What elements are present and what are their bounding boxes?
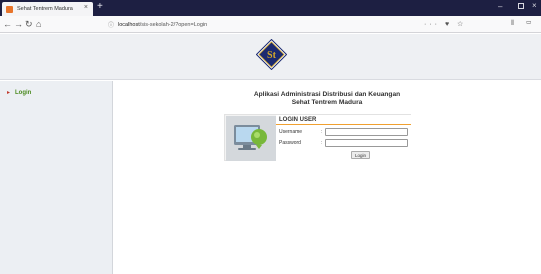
minimize-icon[interactable]: –	[498, 2, 502, 11]
address-bar[interactable]: ⓘ localhost/sis-sekolah-2/?open=Login	[108, 19, 408, 30]
username-field[interactable]	[325, 128, 408, 136]
bullet-icon: ▸	[7, 90, 11, 96]
title-line-1: Aplikasi Administrasi Distribusi dan Keu…	[253, 91, 401, 98]
maximize-icon[interactable]	[518, 3, 524, 9]
close-window-icon[interactable]: ×	[532, 1, 537, 10]
login-illustration-icon	[226, 116, 276, 161]
page-actions-icon[interactable]: ··· ♥ ☆	[424, 20, 466, 28]
browser-nav-bar: ← → ↻ ⌂ ⓘ localhost/sis-sekolah-2/?open=…	[0, 16, 541, 33]
url-text: localhost/sis-sekolah-2/?open=Login	[118, 21, 208, 28]
browser-tab-bar: Sehat Tentrem Madura × + – ×	[0, 0, 541, 16]
login-panel: LOGIN USER Username : Password : Login	[224, 114, 411, 161]
new-tab-icon[interactable]: +	[97, 1, 103, 13]
home-icon[interactable]: ⌂	[36, 19, 41, 29]
password-colon: :	[321, 140, 323, 146]
back-icon[interactable]: ←	[3, 19, 12, 29]
tab-close-icon[interactable]: ×	[84, 4, 88, 11]
login-heading: LOGIN USER	[276, 115, 411, 125]
logo-icon: St	[256, 39, 287, 70]
sidebar-item-login[interactable]: ▸ Login	[7, 89, 31, 97]
page: St ▸ Login Aplikasi Administrasi Distrib…	[0, 34, 541, 274]
username-label: Username	[279, 129, 303, 135]
forward-icon[interactable]: →	[14, 19, 23, 29]
sidebar: ▸ Login	[0, 81, 113, 274]
logo-text: St	[267, 50, 277, 61]
sidebar-item-label[interactable]: Login	[15, 90, 31, 96]
title-line-2: Sehat Tentrem Madura	[291, 99, 363, 106]
library-sidebar-icon[interactable]: ⫴ ▭	[511, 20, 537, 28]
tab-title: Sehat Tentrem Madura	[17, 6, 73, 12]
password-field[interactable]	[325, 139, 408, 147]
browser-tab[interactable]: Sehat Tentrem Madura ×	[2, 2, 93, 16]
info-icon[interactable]: ⓘ	[108, 20, 114, 29]
login-button[interactable]: Login	[351, 151, 370, 159]
reload-icon[interactable]: ↻	[25, 19, 33, 29]
site-header: St	[0, 34, 541, 80]
password-label: Password	[279, 140, 301, 146]
page-title: Aplikasi Administrasi Distribusi dan Keu…	[113, 91, 541, 107]
username-colon: :	[321, 129, 323, 135]
favicon-icon	[6, 5, 13, 13]
login-form: LOGIN USER Username : Password : Login	[276, 115, 411, 161]
